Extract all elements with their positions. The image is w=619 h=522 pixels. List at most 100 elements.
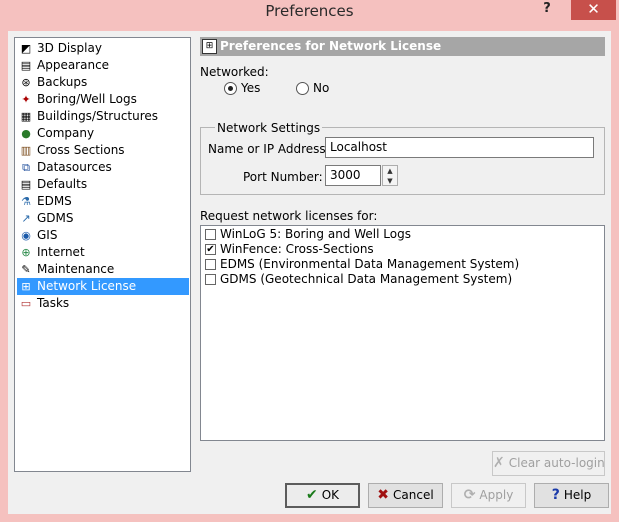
backups-icon: ⊛ xyxy=(21,76,31,89)
help-button[interactable]: ? Help xyxy=(534,483,609,508)
clear-autologin-label: Clear auto-login xyxy=(508,456,605,470)
nav-item-label: GIS xyxy=(37,228,58,242)
preferences-window: Preferences ? ✕ ◩ 3D Display ▤ Appearanc… xyxy=(0,0,619,522)
networked-no-radio[interactable] xyxy=(296,82,309,95)
edms-icon: ⚗ xyxy=(21,195,31,208)
license-checkbox[interactable] xyxy=(205,274,216,285)
nav-item-internet[interactable]: ⊕ Internet xyxy=(17,244,189,261)
internet-icon: ⊕ xyxy=(21,246,31,259)
port-number-spinner[interactable]: ▲ ▼ xyxy=(382,165,398,186)
nav-item-label: 3D Display xyxy=(37,41,102,55)
title-bar[interactable]: Preferences ? ✕ xyxy=(0,0,619,26)
cross-sections-icon: ▥ xyxy=(20,144,32,157)
nav-item-company[interactable]: ● Company xyxy=(17,125,189,142)
networked-no-label[interactable]: No xyxy=(313,81,329,95)
network-license-icon: ⊞ xyxy=(21,280,31,293)
nav-item-label: Company xyxy=(37,126,95,140)
clear-icon: ✗ xyxy=(493,455,505,471)
nav-item-3d-display[interactable]: ◩ 3D Display xyxy=(17,40,189,57)
panel-title: Preferences for Network License xyxy=(220,39,442,53)
maintenance-icon: ✎ xyxy=(21,263,31,276)
license-item-gdms[interactable]: GDMS (Geotechnical Data Management Syste… xyxy=(203,272,512,287)
nav-item-datasources[interactable]: ⧉ Datasources xyxy=(17,159,189,176)
panel-header: ⊞ Preferences for Network License xyxy=(200,37,605,56)
nav-item-label: Maintenance xyxy=(37,262,115,276)
window-title: Preferences xyxy=(265,2,354,20)
refresh-icon: ⟳ xyxy=(463,487,476,503)
networked-yes-label[interactable]: Yes xyxy=(241,81,260,95)
network-settings-legend: Network Settings xyxy=(215,121,323,135)
datasources-icon: ⧉ xyxy=(22,161,30,174)
license-item-label: WinLoG 5: Boring and Well Logs xyxy=(220,227,411,241)
spin-up-icon[interactable]: ▲ xyxy=(383,166,397,176)
nav-item-label: Defaults xyxy=(37,177,88,191)
request-licenses-label: Request network licenses for: xyxy=(200,209,378,223)
network-license-icon: ⊞ xyxy=(202,39,217,54)
license-item-edms[interactable]: EDMS (Environmental Data Management Syst… xyxy=(203,257,519,272)
port-number-input[interactable]: 3000 xyxy=(325,165,381,186)
name-ip-label: Name or IP Address: xyxy=(208,142,330,156)
ok-button[interactable]: ✔ OK xyxy=(285,483,360,508)
nav-item-label: Cross Sections xyxy=(37,143,125,157)
clear-autologin-button[interactable]: ✗ Clear auto-login xyxy=(492,451,605,476)
nav-item-cross-sections[interactable]: ▥ Cross Sections xyxy=(17,142,189,159)
nav-item-label: Boring/Well Logs xyxy=(37,92,137,106)
company-icon: ● xyxy=(21,127,31,140)
name-ip-input[interactable]: Localhost xyxy=(325,137,594,158)
nav-item-buildings-structures[interactable]: ▦ Buildings/Structures xyxy=(17,108,189,125)
license-item-winlog[interactable]: WinLoG 5: Boring and Well Logs xyxy=(203,227,411,242)
nav-item-maintenance[interactable]: ✎ Maintenance xyxy=(17,261,189,278)
nav-item-label: Tasks xyxy=(37,296,70,310)
appearance-icon: ▤ xyxy=(20,59,32,72)
3d-display-icon: ◩ xyxy=(20,42,32,55)
nav-item-boring-well-logs[interactable]: ✦ Boring/Well Logs xyxy=(17,91,189,108)
nav-item-gis[interactable]: ◉ GIS xyxy=(17,227,189,244)
nav-item-gdms[interactable]: ↗ GDMS xyxy=(17,210,189,227)
nav-item-tasks[interactable]: ▭ Tasks xyxy=(17,295,189,312)
license-item-label: EDMS (Environmental Data Management Syst… xyxy=(220,257,520,271)
boring-icon: ✦ xyxy=(21,93,31,106)
license-checkbox[interactable] xyxy=(205,259,216,270)
category-list[interactable]: ◩ 3D Display ▤ Appearance ⊛ Backups ✦ Bo… xyxy=(14,37,191,472)
gdms-icon: ↗ xyxy=(21,212,31,225)
nav-item-defaults[interactable]: ▤ Defaults xyxy=(17,176,189,193)
nav-item-label: Buildings/Structures xyxy=(37,109,159,123)
nav-item-appearance[interactable]: ▤ Appearance xyxy=(17,57,189,74)
help-icon[interactable]: ? xyxy=(540,1,554,19)
networked-label: Networked: xyxy=(200,65,269,79)
cancel-x-icon: ✖ xyxy=(377,487,390,503)
tasks-icon: ▭ xyxy=(20,297,32,310)
help-label: Help xyxy=(563,488,592,502)
nav-item-label: GDMS xyxy=(37,211,74,225)
license-list[interactable]: WinLoG 5: Boring and Well Logs ✔ WinFenc… xyxy=(200,225,605,441)
license-checkbox[interactable] xyxy=(205,229,216,240)
help-question-icon: ? xyxy=(551,487,560,503)
nav-item-label: Appearance xyxy=(37,58,110,72)
port-number-label: Port Number: xyxy=(243,170,323,184)
nav-item-backups[interactable]: ⊛ Backups xyxy=(17,74,189,91)
nav-item-label: Network License xyxy=(37,279,137,293)
ok-label: OK xyxy=(321,488,340,502)
license-checkbox[interactable]: ✔ xyxy=(205,244,216,255)
nav-item-label: Internet xyxy=(37,245,85,259)
defaults-icon: ▤ xyxy=(20,178,32,191)
nav-item-network-license[interactable]: ⊞ Network License xyxy=(17,278,189,295)
cancel-label: Cancel xyxy=(393,488,434,502)
dialog-client: ◩ 3D Display ▤ Appearance ⊛ Backups ✦ Bo… xyxy=(8,31,611,514)
nav-item-edms[interactable]: ⚗ EDMS xyxy=(17,193,189,210)
buildings-icon: ▦ xyxy=(20,110,32,123)
close-button[interactable]: ✕ xyxy=(571,0,616,20)
nav-item-label: Datasources xyxy=(37,160,112,174)
license-item-label: GDMS (Geotechnical Data Management Syste… xyxy=(220,272,513,286)
apply-label: Apply xyxy=(479,488,514,502)
networked-yes-radio[interactable] xyxy=(224,82,237,95)
nav-item-label: EDMS xyxy=(37,194,72,208)
gis-icon: ◉ xyxy=(21,229,31,242)
apply-button[interactable]: ⟳ Apply xyxy=(451,483,526,508)
license-item-winfence[interactable]: ✔ WinFence: Cross-Sections xyxy=(203,242,374,257)
cancel-button[interactable]: ✖ Cancel xyxy=(368,483,443,508)
nav-item-label: Backups xyxy=(37,75,88,89)
license-item-label: WinFence: Cross-Sections xyxy=(220,242,374,256)
spin-down-icon[interactable]: ▼ xyxy=(383,176,397,186)
checkmark-icon: ✔ xyxy=(305,487,318,503)
